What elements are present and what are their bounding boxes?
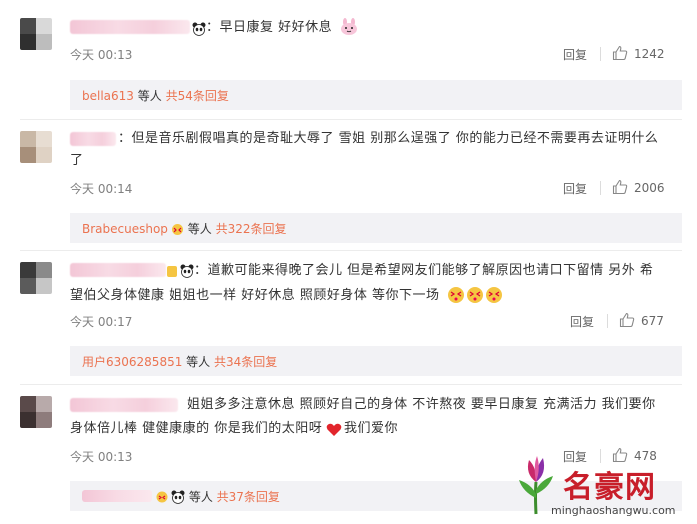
heart-emoji-icon (326, 422, 342, 441)
comment-text: 身体倍儿棒 健健康康的 你是我们的太阳呀 (70, 421, 323, 436)
avatar[interactable] (20, 131, 52, 163)
username-blurred[interactable] (70, 398, 178, 412)
comment-text: 了 (70, 153, 84, 168)
sub-reply-count-link[interactable]: 共34条回复 (214, 355, 277, 369)
panda-emoji-icon (171, 490, 185, 504)
comment-time: 今天 00:14 (70, 182, 133, 196)
sub-reply-user-blurred[interactable] (82, 490, 152, 502)
reply-button[interactable]: 回复 (570, 313, 594, 330)
sub-reply-mid: 等人 (133, 89, 166, 103)
username-blurred[interactable] (70, 20, 190, 34)
thumbs-up-icon (619, 312, 635, 328)
divider-vertical (600, 47, 601, 61)
reply-button[interactable]: 回复 (563, 180, 587, 197)
sub-reply-user[interactable]: Brabecueshop (82, 222, 168, 236)
like-count: 2006 (634, 181, 665, 195)
avatar[interactable] (20, 18, 52, 50)
comment-divider (20, 250, 682, 251)
sub-reply-user[interactable]: 用户6306285851 (82, 355, 182, 369)
comment-divider (20, 119, 682, 120)
thumbs-up-icon (612, 45, 628, 61)
sub-reply-mid: 等人 (183, 222, 216, 236)
comment-text: 望伯父身体健康 姐姐也一样 好好休息 照顾好身体 等你下一场 (70, 288, 440, 303)
bunny-emoji-icon (340, 18, 358, 40)
comment-text: 我们爱你 (344, 421, 399, 436)
sub-reply-count-link[interactable]: 共37条回复 (217, 490, 280, 504)
username-blurred[interactable] (70, 132, 116, 146)
sub-reply-count-link[interactable]: 共54条回复 (166, 89, 229, 103)
like-button[interactable]: 1242 (612, 45, 665, 61)
comment-time: 今天 00:13 (70, 450, 133, 464)
username-blurred[interactable] (70, 263, 166, 277)
panda-emoji-icon (192, 21, 206, 36)
sub-reply-mid: 等人 (182, 355, 214, 369)
avatar[interactable] (20, 396, 52, 428)
comment-text: ：早日康复 好好休息 (206, 20, 333, 35)
avatar[interactable] (20, 262, 52, 294)
sub-reply-mid: 等人 (185, 490, 217, 504)
comment-text: ：但是音乐剧假唱真的是奇耻大辱了 雪姐 别那么逞强了 你的能力已经不需要再去证明… (118, 131, 659, 146)
like-count: 1242 (634, 47, 665, 61)
divider-vertical (607, 314, 608, 328)
divider-vertical (600, 181, 601, 195)
comment-divider (20, 384, 682, 385)
like-button[interactable]: 677 (619, 312, 664, 328)
site-watermark: 名豪网 minghaoshangwu.com (511, 452, 691, 522)
reply-button[interactable]: 回复 (563, 46, 587, 63)
sub-replies-box[interactable]: bella613 等人 共54条回复 (70, 80, 682, 110)
sub-replies-box[interactable]: 用户6306285851 等人 共34条回复 (70, 346, 682, 376)
kiss-emoji-icon (446, 285, 506, 309)
comment-text: 姐姐多多注意休息 照顾好自己的身体 不许熬夜 要早日康复 充满活力 我们要你 (187, 397, 656, 412)
watermark-title: 名豪网 (563, 470, 656, 505)
panda-emoji-icon (180, 263, 194, 278)
sub-reply-count-link[interactable]: 共322条回复 (216, 222, 287, 236)
sticker-emoji-icon (166, 263, 178, 282)
comment-time: 今天 00:17 (70, 315, 133, 329)
thumbs-up-icon (612, 179, 628, 195)
sub-replies-box[interactable]: Brabecueshop 等人 共322条回复 (70, 213, 682, 243)
sub-reply-user[interactable]: bella613 (82, 89, 134, 103)
comment-text: ：道歉可能来得晚了会儿 但是希望网友们能够了解原因也请口下留情 另外 希 (194, 263, 654, 278)
comment-time: 今天 00:13 (70, 48, 133, 62)
like-button[interactable]: 2006 (612, 179, 665, 195)
sticker-emoji-icon (156, 491, 168, 503)
fire-emoji-icon (171, 223, 184, 235)
watermark-url: minghaoshangwu.com (551, 504, 676, 517)
like-count: 677 (641, 314, 664, 328)
